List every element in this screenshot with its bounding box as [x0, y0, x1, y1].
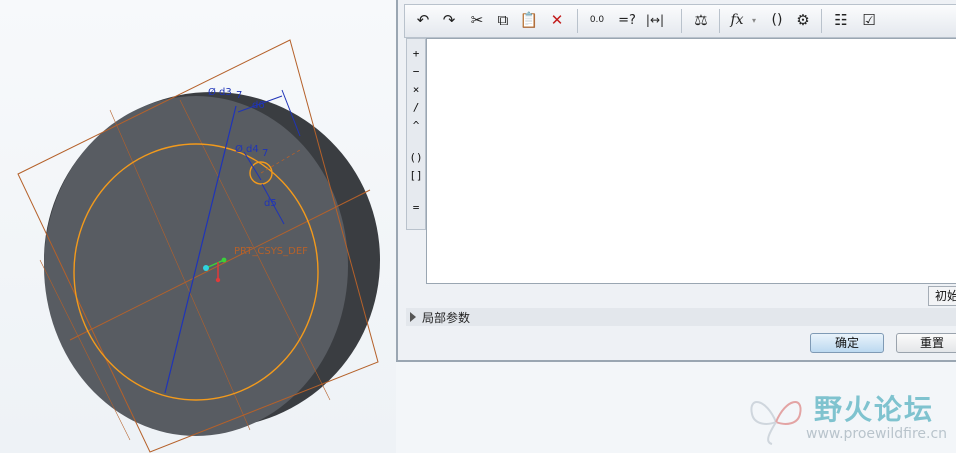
model-graphics: Ø d3 7 d6 Ø d4 7 d5 PRT_CSYS_DEF: [17, 39, 380, 453]
operator-multiply[interactable]: ×: [407, 83, 425, 96]
copy-icon[interactable]: ⧉: [491, 8, 515, 32]
expand-triangle-icon[interactable]: [410, 312, 416, 322]
watermark-url: www.proewildfire.cn: [806, 426, 948, 442]
check-icon[interactable]: ☑: [857, 8, 881, 32]
operator-minus[interactable]: −: [407, 65, 425, 78]
measure-icon[interactable]: |↔|: [643, 8, 667, 32]
local-parameters-section[interactable]: 局部参数: [406, 308, 956, 326]
operator-plus[interactable]: +: [407, 47, 425, 60]
relations-editor[interactable]: [426, 38, 956, 284]
verify-icon[interactable]: =?: [615, 8, 639, 32]
redo-icon[interactable]: ↷: [437, 8, 461, 32]
cut-icon[interactable]: ✂: [465, 8, 489, 32]
function-dropdown-icon[interactable]: ▾: [749, 8, 759, 32]
operator-brackets[interactable]: []: [407, 169, 425, 182]
toolbar-separator: [681, 9, 682, 33]
parameters-icon[interactable]: ⚙: [791, 8, 815, 32]
model-viewport[interactable]: Ø d3 7 d6 Ø d4 7 d5 PRT_CSYS_DEF: [0, 0, 396, 453]
dim-label-d3[interactable]: Ø d3: [208, 86, 232, 98]
function-icon[interactable]: fx: [725, 8, 749, 32]
dimension-value-icon[interactable]: 0.0: [585, 8, 609, 32]
relations-dialog: ↶ ↷ ✂ ⧉ 📋 ✕ 0.0 =? |↔| ⚖ fx ▾ () ⚙ ☷ ☑ +…: [396, 0, 956, 362]
local-parameters-label: 局部参数: [422, 311, 471, 325]
dim-label-d5[interactable]: d5: [264, 198, 277, 209]
relations-toolbar: ↶ ↷ ✂ ⧉ 📋 ✕ 0.0 =? |↔| ⚖ fx ▾ () ⚙ ☷ ☑: [404, 4, 956, 38]
operator-divide[interactable]: /: [407, 101, 425, 114]
toolbar-separator: [821, 9, 822, 33]
dim-label-tol-2[interactable]: 7: [262, 148, 268, 159]
delete-icon[interactable]: ✕: [545, 8, 569, 32]
ok-button[interactable]: 确定: [810, 333, 884, 353]
csys-label: PRT_CSYS_DEF: [234, 246, 308, 257]
operator-parens[interactable]: (): [407, 151, 425, 164]
operator-palette: + − × / ^ () [] =: [406, 38, 426, 230]
sort-icon[interactable]: ☷: [829, 8, 853, 32]
watermark: 野火论坛 www.proewildfire.cn: [740, 384, 956, 450]
undo-icon[interactable]: ↶: [411, 8, 435, 32]
reset-button[interactable]: 重置: [896, 333, 956, 353]
dim-label-d4[interactable]: Ø d4: [235, 143, 259, 155]
operator-power[interactable]: ^: [407, 119, 425, 132]
paste-icon[interactable]: 📋: [517, 8, 541, 32]
csys-origin: [203, 265, 209, 271]
toolbar-separator: [577, 9, 578, 33]
butterfly-logo-icon: [750, 401, 802, 445]
watermark-title: 野火论坛: [814, 393, 935, 426]
toolbar-separator: [719, 9, 720, 33]
csys-point-x: [215, 277, 221, 283]
dim-label-d6[interactable]: d6: [252, 100, 265, 111]
csys-point-y: [221, 257, 227, 263]
initial-button[interactable]: 初始: [928, 286, 956, 306]
brackets-icon[interactable]: (): [765, 8, 789, 32]
evaluate-icon[interactable]: ⚖: [689, 8, 713, 32]
operator-equals[interactable]: =: [407, 201, 425, 214]
dim-label-tol-1[interactable]: 7: [236, 90, 242, 101]
